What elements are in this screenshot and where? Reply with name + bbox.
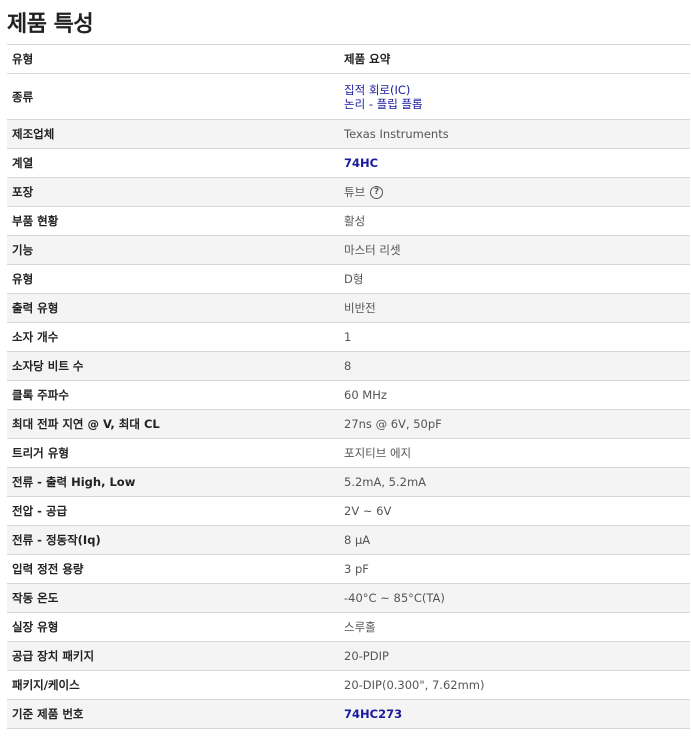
table-row-category: 종류 집적 회로(IC) 논리 - 플립 플롭: [7, 73, 690, 120]
table-row: 패키지/케이스 20-DIP(0.300", 7.62mm): [7, 670, 690, 700]
category-link-flipflop[interactable]: 논리 - 플립 플롭: [344, 97, 685, 111]
row-key: 제조업체: [12, 127, 55, 141]
row-key: 클록 주파수: [12, 388, 69, 402]
table-row: 기준 제품 번호 74HC273: [7, 699, 690, 729]
row-key: 작동 온도: [12, 591, 59, 605]
category-link-ic[interactable]: 집적 회로(IC): [344, 83, 685, 97]
row-key: 유형: [12, 272, 34, 286]
row-value: 8 µA: [344, 533, 371, 547]
table-row: 작동 온도 -40°C ~ 85°C(TA): [7, 583, 690, 613]
attributes-table: 유형 제품 요약 종류 집적 회로(IC) 논리 - 플립 플롭 제조업체 Te…: [7, 44, 690, 729]
row-key: 전류 - 출력 High, Low: [12, 475, 136, 489]
table-row: 기능 마스터 리셋: [7, 235, 690, 265]
table-row: 전압 - 공급 2V ~ 6V: [7, 496, 690, 526]
table-row: 출력 유형 비반전: [7, 293, 690, 323]
table-row: 유형 D형: [7, 264, 690, 294]
row-key: 전류 - 정동작(Iq): [12, 533, 101, 547]
row-key: 실장 유형: [12, 620, 59, 634]
row-key: 소자당 비트 수: [12, 359, 84, 373]
row-value: 집적 회로(IC) 논리 - 플립 플롭: [339, 74, 690, 120]
row-key: 전압 - 공급: [12, 504, 68, 518]
row-value: 27ns @ 6V, 50pF: [344, 417, 442, 431]
row-value: 3 pF: [344, 562, 369, 576]
table-row: 실장 유형 스루홀: [7, 612, 690, 642]
header-key: 유형: [12, 52, 34, 66]
row-value: 비반전: [344, 301, 376, 315]
row-value: 20-PDIP: [344, 649, 389, 663]
row-value: 포지티브 에지: [344, 446, 412, 460]
row-value: 74HC: [339, 149, 690, 178]
row-value: 스루홀: [344, 620, 376, 634]
table-row: 공급 장치 패키지 20-PDIP: [7, 641, 690, 671]
row-value: 마스터 리셋: [344, 243, 401, 257]
row-key: 계열: [12, 156, 34, 170]
row-key: 출력 유형: [12, 301, 59, 315]
series-link[interactable]: 74HC: [344, 156, 685, 170]
table-row: 제조업체 Texas Instruments: [7, 119, 690, 149]
row-key: 부품 현황: [12, 214, 59, 228]
row-key: 공급 장치 패키지: [12, 649, 95, 663]
table-header-row: 유형 제품 요약: [7, 44, 690, 74]
row-key: 소자 개수: [12, 330, 59, 344]
row-value: 74HC273: [339, 700, 690, 729]
row-value: 활성: [344, 214, 366, 228]
row-value: 5.2mA, 5.2mA: [344, 475, 427, 489]
row-key: 최대 전파 지연 @ V, 최대 CL: [12, 417, 160, 431]
row-value: 20-DIP(0.300", 7.62mm): [344, 678, 485, 692]
page-title: 제품 특성: [7, 12, 94, 37]
question-circle-icon[interactable]: ?: [370, 186, 384, 199]
table-row: 부품 현황 활성: [7, 206, 690, 236]
table-row: 계열 74HC: [7, 148, 690, 178]
table-row: 입력 정전 용량 3 pF: [7, 554, 690, 584]
table-row: 포장 튜브?: [7, 177, 690, 207]
row-key: 패키지/케이스: [12, 678, 80, 692]
row-value: 1: [344, 330, 352, 344]
row-key: 기능: [12, 243, 34, 257]
row-key: 입력 정전 용량: [12, 562, 84, 576]
table-row: 전류 - 출력 High, Low 5.2mA, 5.2mA: [7, 467, 690, 497]
table-row: 트리거 유형 포지티브 에지: [7, 438, 690, 468]
row-value: 60 MHz: [344, 388, 387, 402]
table-row: 전류 - 정동작(Iq) 8 µA: [7, 525, 690, 555]
row-key: 트리거 유형: [12, 446, 69, 460]
row-key: 종류: [12, 89, 34, 104]
row-value: 튜브?: [339, 178, 690, 207]
row-value: 2V ~ 6V: [344, 504, 392, 518]
row-key: 포장: [12, 185, 34, 199]
header-value: 제품 요약: [344, 52, 391, 66]
row-value: Texas Instruments: [344, 127, 449, 141]
row-value: -40°C ~ 85°C(TA): [344, 591, 445, 605]
row-value: D형: [344, 272, 364, 286]
base-product-link[interactable]: 74HC273: [344, 707, 685, 721]
table-row: 최대 전파 지연 @ V, 최대 CL 27ns @ 6V, 50pF: [7, 409, 690, 439]
table-row: 소자당 비트 수 8: [7, 351, 690, 381]
row-key: 기준 제품 번호: [12, 707, 84, 721]
packaging-value: 튜브: [344, 185, 366, 199]
table-row: 소자 개수 1: [7, 322, 690, 352]
row-value: 8: [344, 359, 352, 373]
product-attributes: 제품 특성 유형 제품 요약 종류 집적 회로(IC) 논리 - 플립 플롭 제…: [0, 0, 691, 729]
table-row: 클록 주파수 60 MHz: [7, 380, 690, 410]
